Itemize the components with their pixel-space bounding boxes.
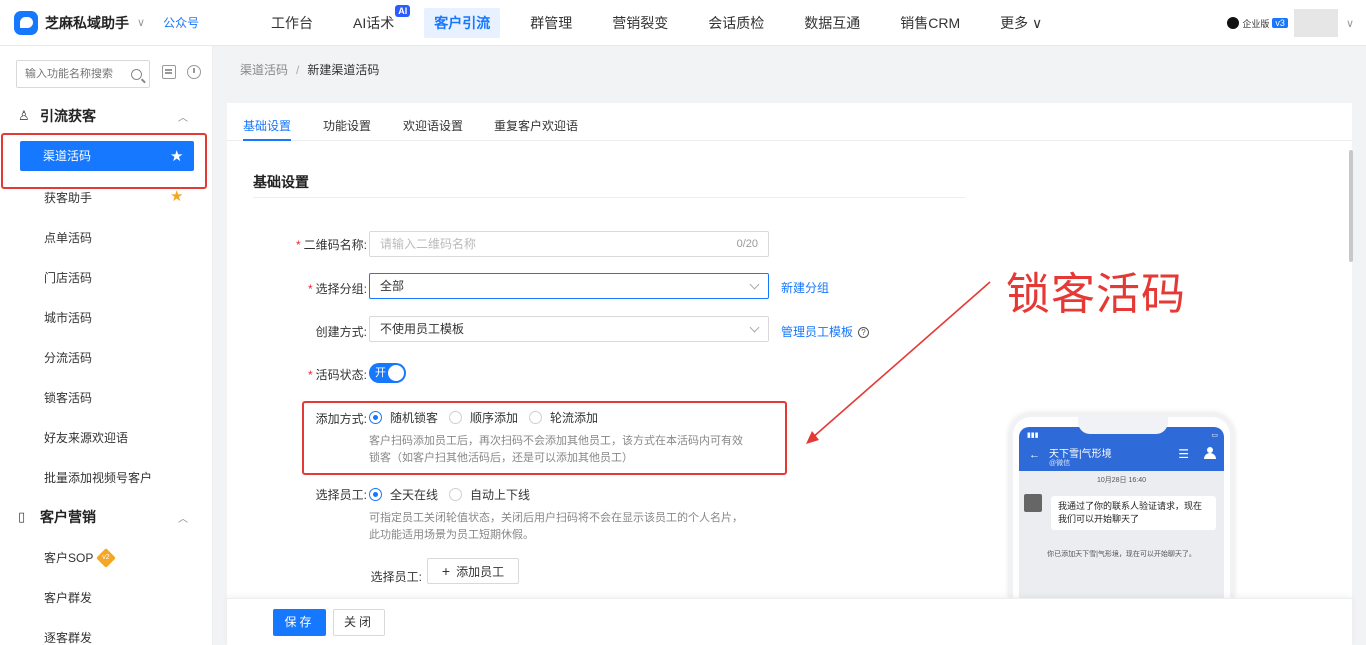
back-arrow-icon: ← bbox=[1029, 449, 1040, 461]
phone-chat-body: 10月28日 16:40 我通过了你的联系人验证请求，现在我们可以开始聊天了 你… bbox=[1019, 471, 1224, 598]
scrollbar[interactable] bbox=[1349, 150, 1353, 262]
signal-icon: ▮▮▮ bbox=[1027, 432, 1039, 439]
avatar bbox=[1024, 494, 1042, 512]
chat-message: 我通过了你的联系人验证请求，现在我们可以开始聊天了 bbox=[1051, 496, 1216, 530]
phone-chat-subtitle: @微信 bbox=[1049, 460, 1071, 467]
phone-preview: ▮▮▮ ▭ ← 天下雪|气形境 @微信 ☰ 10月28日 16:40 我通过了你… bbox=[1009, 413, 1234, 598]
user-icon bbox=[1204, 447, 1216, 459]
chat-timestamp: 10月28日 16:40 bbox=[1096, 477, 1147, 484]
phone-notch bbox=[1078, 417, 1168, 434]
save-button[interactable]: 保存 bbox=[273, 609, 326, 636]
battery-icon: ▭ bbox=[1211, 432, 1218, 439]
system-message: 你已添加天下雪|气形境，现在可以开始聊天了。 bbox=[1047, 551, 1196, 558]
close-button[interactable]: 关闭 bbox=[333, 609, 385, 636]
annotation-callout: 锁客活码 bbox=[1006, 269, 1186, 320]
menu-icon: ☰ bbox=[1178, 447, 1189, 461]
footer-bar: 保存 关闭 bbox=[227, 598, 1352, 645]
